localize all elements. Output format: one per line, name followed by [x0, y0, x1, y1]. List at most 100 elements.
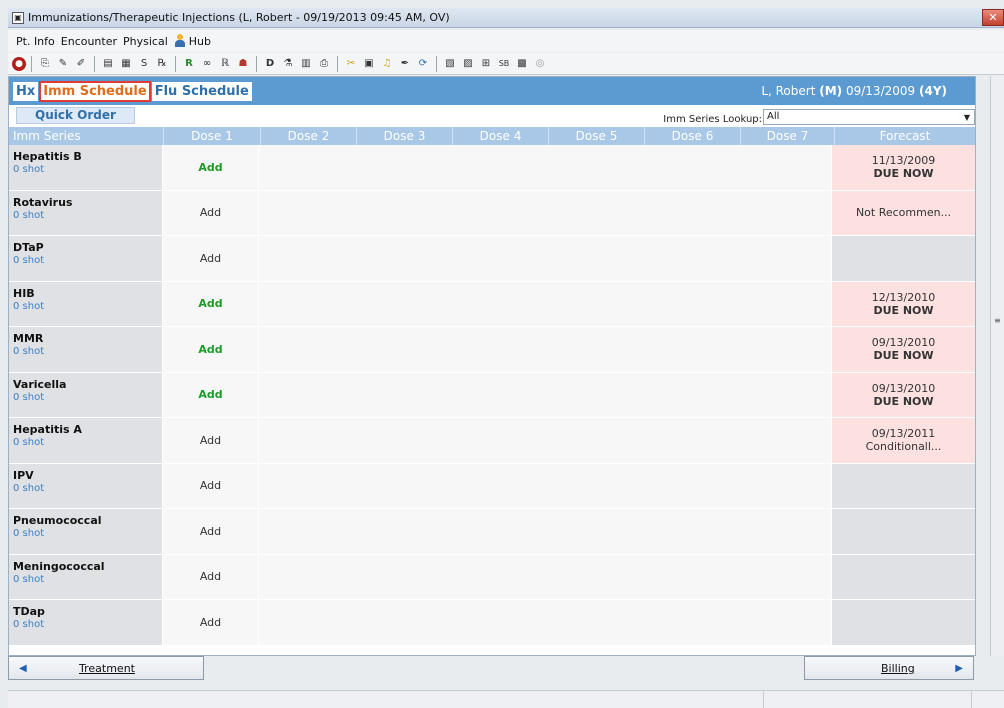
treatment-label: Treatment [79, 661, 135, 675]
forecast-date: 12/13/2010 [871, 290, 936, 304]
copy-icon[interactable]: ⎘ [37, 56, 53, 72]
pencil-icon[interactable]: ✎ [55, 56, 71, 72]
forecast-status: DUE NOW [873, 349, 934, 363]
tools-icon[interactable]: ✂ [343, 56, 359, 72]
notes-icon[interactable]: ▤ [100, 56, 116, 72]
stop-icon[interactable]: ● [12, 56, 26, 71]
shot-count[interactable]: 0 shot [13, 574, 162, 585]
menu-pt-info[interactable]: Pt. Info [16, 35, 55, 48]
dose-cells-empty [259, 418, 832, 463]
globe-icon[interactable]: ◎ [532, 56, 548, 72]
tab-imm-schedule[interactable]: Imm Schedule [39, 80, 151, 102]
menu-physical[interactable]: Physical [123, 35, 168, 48]
main-panel: Hx Imm Schedule Flu Schedule L, Robert (… [8, 76, 976, 656]
shot-count[interactable]: 0 shot [13, 210, 162, 221]
shot-count[interactable]: 0 shot [13, 528, 162, 539]
arrow-right-icon: ▶ [955, 662, 963, 674]
print-icon[interactable]: ⎙ [316, 56, 332, 72]
tab-hx[interactable]: Hx [13, 81, 39, 101]
dose-1-add-button[interactable]: Add [163, 236, 259, 281]
grid-icon[interactable]: ▥ [298, 56, 314, 72]
dose-cells-empty [259, 281, 832, 326]
shot-count[interactable]: 0 shot [13, 483, 162, 494]
quick-order-button[interactable]: Quick Order [16, 107, 135, 124]
chart-icon[interactable]: ▦ [118, 56, 134, 72]
dose-1-add-button[interactable]: Add [163, 509, 259, 554]
menu-hub[interactable]: Hub [174, 34, 211, 48]
glasses-icon[interactable]: ∞ [199, 56, 215, 72]
flow-icon[interactable]: ⊞ [478, 56, 494, 72]
compare-icon[interactable]: ▨ [460, 56, 476, 72]
dose-1-add-button[interactable]: Add [163, 327, 259, 372]
app-icon: ▣ [12, 11, 24, 24]
close-button[interactable]: ✕ [982, 9, 1004, 26]
dose-1-add-button[interactable]: Add [163, 145, 259, 190]
dose-cells-empty [259, 600, 832, 645]
sb-icon[interactable]: SB [496, 56, 512, 72]
dose-1-add-button[interactable]: Add [163, 554, 259, 599]
vertical-scrollbar[interactable]: ≡ [990, 76, 1004, 656]
imm-series-name: Meningococcal [13, 559, 105, 573]
lab-icon[interactable]: ⚗ [280, 56, 296, 72]
toolbar-separator [256, 55, 257, 72]
forecast-status: DUE NOW [873, 167, 934, 181]
imm-series-cell[interactable]: IPV 0 shot [9, 463, 163, 508]
book-icon[interactable]: ▩ [514, 56, 530, 72]
toolbar: ● ⎘ ✎ ✐ ▤ ▦ S ℞ R ∞ ℝ ☗ D ⚗ ▥ ⎙ ✂ ▣ ♫ ✒ … [8, 53, 1004, 75]
imm-series-cell[interactable]: MMR 0 shot [9, 327, 163, 372]
shot-count[interactable]: 0 shot [13, 346, 162, 357]
status-bar [8, 690, 1004, 708]
re-icon[interactable]: ℝ [217, 56, 233, 72]
dose-1-add-button[interactable]: Add [163, 281, 259, 326]
scroll-grip-icon: ≡ [994, 316, 1001, 325]
shot-count[interactable]: 0 shot [13, 619, 162, 630]
table-row: DTaP 0 shot Add [9, 236, 975, 282]
r-icon[interactable]: R [181, 56, 197, 72]
grid-header: Imm Series Dose 1 Dose 2 Dose 3 Dose 4 D… [9, 127, 975, 145]
imm-series-cell[interactable]: Pneumococcal 0 shot [9, 509, 163, 554]
shot-count[interactable]: 0 shot [13, 301, 162, 312]
imm-series-lookup-select[interactable]: All ▼ [763, 109, 975, 125]
dose-1-add-button[interactable]: Add [163, 372, 259, 417]
imm-series-cell[interactable]: HIB 0 shot [9, 281, 163, 326]
dose-cells-empty [259, 463, 832, 508]
tab-flu-schedule[interactable]: Flu Schedule [151, 81, 252, 101]
shot-count[interactable]: 0 shot [13, 255, 162, 266]
pen-icon[interactable]: ✒ [397, 56, 413, 72]
imm-series-cell[interactable]: Hepatitis A0 shot [9, 418, 163, 463]
imm-series-cell[interactable]: Meningococcal 0 shot [9, 554, 163, 599]
treatment-button[interactable]: ◀ Treatment [8, 656, 204, 680]
dose-1-add-button[interactable]: Add [163, 190, 259, 235]
shot-count[interactable]: 0 shot [13, 437, 162, 448]
dose-1-add-button[interactable]: Add [163, 418, 259, 463]
imm-series-name: HIB [13, 286, 35, 300]
billing-button[interactable]: Billing ▶ [804, 656, 974, 680]
dose-1-add-button[interactable]: Add [163, 600, 259, 645]
forecast-cell: 12/13/2010 DUE NOW [832, 281, 975, 326]
imm-series-cell[interactable]: Varicella 0 shot [9, 372, 163, 417]
binder-icon[interactable]: ▣ [361, 56, 377, 72]
imm-series-name: IPV [13, 468, 34, 482]
title-bar: ▣ Immunizations/Therapeutic Injections (… [8, 8, 1004, 28]
dose-cells-empty [259, 554, 832, 599]
imm-series-cell[interactable]: DTaP 0 shot [9, 236, 163, 281]
imm-series-cell[interactable]: TDap 0 shot [9, 600, 163, 645]
bell-icon[interactable]: ♫ [379, 56, 395, 72]
s-icon[interactable]: S [136, 56, 152, 72]
billing-label: Billing [881, 661, 915, 675]
imm-series-cell[interactable]: Rotavirus 0 shot [9, 190, 163, 235]
imm-series-name: MMR [13, 332, 44, 345]
rx-icon[interactable]: ℞ [154, 56, 170, 72]
dose-1-add-button[interactable]: Add [163, 463, 259, 508]
imm-series-cell[interactable]: Hepatitis B0 shot [9, 145, 163, 190]
edit-icon[interactable]: ✐ [73, 56, 89, 72]
shot-count[interactable]: 0 shot [13, 164, 162, 175]
forecast-date: 09/13/2011 [871, 427, 936, 441]
menu-encounter[interactable]: Encounter [61, 35, 117, 48]
patient-info: L, Robert (M) 09/13/2009 (4Y) [761, 84, 947, 98]
doc-icon[interactable]: ▧ [442, 56, 458, 72]
dx-icon[interactable]: D [262, 56, 278, 72]
shot-count[interactable]: 0 shot [13, 392, 162, 403]
refresh-icon[interactable]: ⟳ [415, 56, 431, 72]
doctor-icon[interactable]: ☗ [235, 56, 251, 72]
